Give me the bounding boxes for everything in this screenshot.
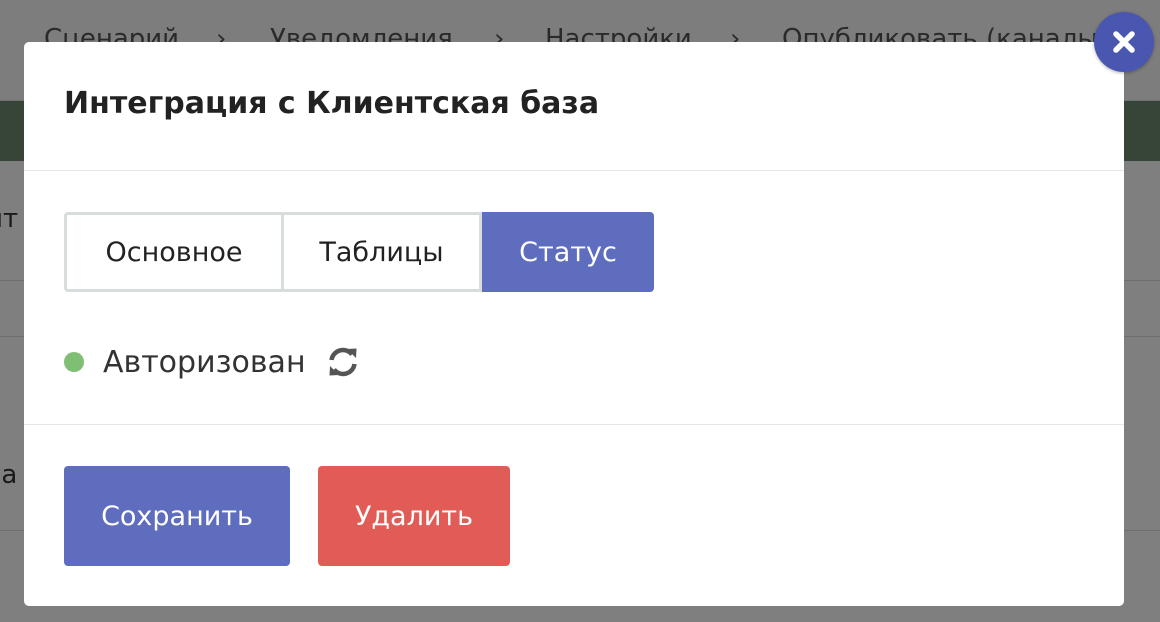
refresh-icon[interactable] (326, 345, 360, 379)
tab-tables[interactable]: Таблицы (284, 212, 482, 292)
tab-bar: Основное Таблицы Статус (64, 212, 654, 292)
status-text: Авторизован (103, 344, 306, 380)
header-divider (24, 170, 1124, 171)
tab-status[interactable]: Статус (482, 212, 654, 292)
close-icon (1113, 31, 1135, 53)
status-indicator-dot (64, 352, 84, 372)
integration-modal: Интеграция с Клиентская база Основное Та… (24, 42, 1124, 606)
footer-divider (24, 424, 1124, 425)
status-row: Авторизован (64, 342, 360, 382)
tab-general[interactable]: Основное (64, 212, 284, 292)
close-button[interactable] (1094, 12, 1154, 72)
save-button[interactable]: Сохранить (64, 466, 290, 566)
delete-button[interactable]: Удалить (318, 466, 510, 566)
modal-title: Интеграция с Клиентская база (64, 86, 600, 121)
